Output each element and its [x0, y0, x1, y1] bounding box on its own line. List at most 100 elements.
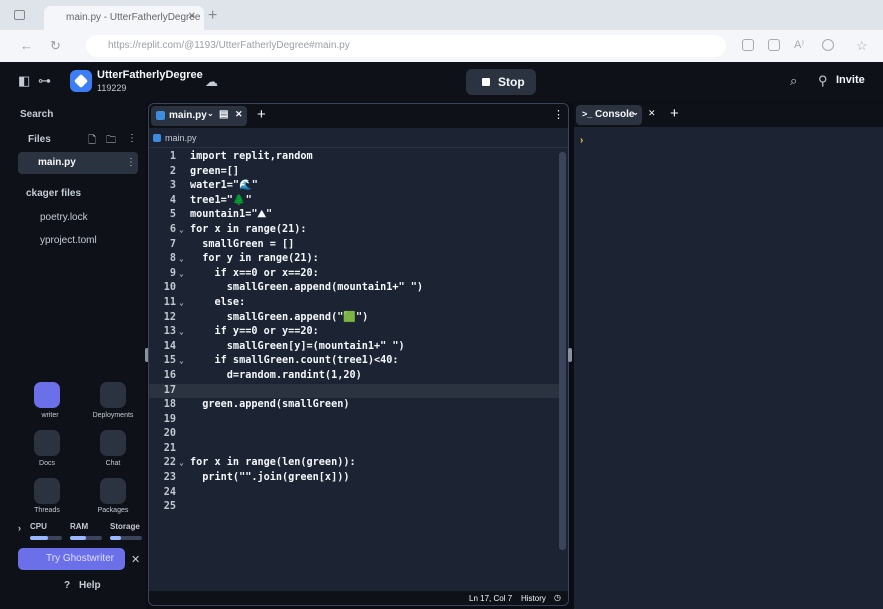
code-line[interactable]: 21: [149, 442, 559, 457]
line-number: 15: [163, 355, 176, 367]
code-line[interactable]: 13 ⌄ if y==0 or y==20:: [149, 325, 559, 340]
extensions-icon[interactable]: [822, 39, 834, 51]
repl-name[interactable]: UtterFatherlyDegree: [97, 69, 203, 81]
files-heading: Files: [28, 134, 51, 145]
close-console-icon[interactable]: ✕: [648, 108, 656, 119]
tab-main-py-label: main.py: [169, 110, 207, 121]
stop-button[interactable]: Stop: [466, 69, 536, 95]
packages-tool-icon[interactable]: [100, 478, 126, 504]
expand-resources-icon[interactable]: ›: [18, 523, 21, 533]
code-line[interactable]: 18 green.append(smallGreen): [149, 398, 559, 413]
back-icon[interactable]: ←: [20, 38, 33, 53]
fold-toggle-icon[interactable]: ⌄: [179, 252, 184, 267]
code-line[interactable]: 3 water1="🌊": [149, 179, 559, 194]
code-area[interactable]: 1 import replit,random 2 green=[] 3 water1="🌊…: [149, 150, 559, 515]
code-line[interactable]: 10 smallGreen.append(mountain1+" "): [149, 281, 559, 296]
line-number: 24: [163, 486, 176, 498]
line-number: 20: [163, 428, 176, 440]
file-item-pyproject[interactable]: yproject.toml: [40, 235, 97, 246]
read-aloud-icon[interactable]: A⁾: [794, 38, 804, 51]
code-line[interactable]: 17: [149, 383, 559, 399]
help-label[interactable]: Help: [79, 580, 101, 591]
code-line[interactable]: 23 print("".join(green[x])): [149, 471, 559, 486]
fold-toggle-icon[interactable]: ⌄: [179, 296, 184, 311]
code-line[interactable]: 19: [149, 413, 559, 428]
code-line[interactable]: 25: [149, 500, 559, 515]
code-text: smallGreen.append(mountain1+" "): [190, 282, 424, 294]
ghostwriter-tool-icon[interactable]: [34, 382, 60, 408]
split-screen-icon[interactable]: [768, 39, 780, 51]
repl-logo-icon[interactable]: [70, 70, 92, 92]
code-line[interactable]: 15 ⌄ if smallGreen.count(tree1)<40:: [149, 354, 559, 369]
code-line[interactable]: 2 green=[]: [149, 165, 559, 180]
code-line[interactable]: 12 smallGreen.append("🟩"): [149, 311, 559, 326]
tab-main-py[interactable]: main.py ⌄ ▤ ✕: [151, 106, 247, 126]
help-icon[interactable]: ?: [64, 580, 70, 591]
url-field[interactable]: https://replit.com/@1193/UtterFatherlyDe…: [86, 35, 726, 57]
docs-tool-icon[interactable]: [34, 430, 60, 456]
add-tab-icon[interactable]: +: [257, 106, 266, 123]
add-tab-icon[interactable]: +: [670, 105, 679, 122]
history-button[interactable]: History: [521, 594, 546, 603]
close-tab-icon[interactable]: ✕: [188, 11, 196, 22]
file-menu-icon[interactable]: ⋮: [126, 157, 136, 168]
search-icon[interactable]: ⌕: [790, 73, 797, 89]
sidebar-toggle-icon[interactable]: ◧: [18, 73, 30, 89]
ram-meter: [70, 536, 102, 540]
add-user-icon[interactable]: ⚲: [818, 73, 828, 89]
favorite-icon[interactable]: ☆: [856, 38, 868, 54]
editor-scrollbar[interactable]: [559, 152, 566, 550]
tab-console[interactable]: >_ Console ⌄: [576, 105, 642, 125]
fold-toggle-icon[interactable]: ⌄: [179, 456, 184, 471]
pane-menu-icon[interactable]: ⋮: [553, 108, 564, 121]
fold-toggle-icon[interactable]: ⌄: [179, 325, 184, 340]
deployments-tool-icon[interactable]: [100, 382, 126, 408]
layout-menu-icon[interactable]: ⊶: [38, 73, 51, 89]
code-line[interactable]: 16 d=random.randint(1,20): [149, 369, 559, 384]
file-item-poetry-lock[interactable]: poetry.lock: [40, 212, 88, 223]
code-line[interactable]: 4 tree1="🌲": [149, 194, 559, 209]
console-prompt[interactable]: ›: [580, 135, 583, 146]
new-tab-icon[interactable]: +: [208, 7, 217, 25]
chevron-down-icon[interactable]: ⌄: [207, 109, 214, 118]
dismiss-ghostwriter-icon[interactable]: ✕: [131, 553, 140, 566]
install-app-icon[interactable]: [742, 39, 754, 51]
search-label[interactable]: Search: [20, 109, 53, 120]
code-line[interactable]: 20: [149, 427, 559, 442]
refresh-icon[interactable]: ↻: [50, 38, 61, 54]
file-item-main[interactable]: main.py ⋮: [18, 152, 138, 174]
file-name: main.py: [38, 157, 76, 168]
code-line[interactable]: 11 ⌄ else:: [149, 296, 559, 311]
fold-toggle-icon[interactable]: ⌄: [179, 267, 184, 282]
code-line[interactable]: 5 mountain1="⛰": [149, 208, 559, 223]
breadcrumb-file[interactable]: main.py: [165, 133, 197, 143]
code-line[interactable]: 7 smallGreen = []: [149, 238, 559, 253]
code-line[interactable]: 9 ⌄ if x==0 or x==20:: [149, 267, 559, 282]
invite-button[interactable]: Invite: [836, 74, 865, 86]
threads-tool-icon[interactable]: [34, 478, 60, 504]
line-number: 17: [163, 384, 176, 396]
new-file-icon[interactable]: 🗋: [88, 133, 96, 150]
code-line[interactable]: 14 smallGreen[y]=(mountain1+" "): [149, 340, 559, 355]
try-ghostwriter-button[interactable]: Try Ghostwriter: [18, 548, 125, 570]
cursor-position[interactable]: Ln 17, Col 7: [469, 594, 512, 603]
code-line[interactable]: 1 import replit,random: [149, 150, 559, 165]
code-line[interactable]: 6 ⌄ for x in range(21):: [149, 223, 559, 238]
new-folder-icon[interactable]: 🗀: [106, 133, 116, 150]
browser-tab[interactable]: main.py - UtterFatherlyDegree ✕: [44, 6, 204, 30]
window-icon[interactable]: [14, 10, 25, 20]
history-icon[interactable]: ◷: [554, 593, 561, 602]
fold-toggle-icon[interactable]: ⌄: [179, 354, 184, 369]
packages-tool-label: Packages: [97, 507, 129, 514]
chevron-down-icon[interactable]: ⌄: [632, 108, 639, 117]
fold-toggle-icon[interactable]: ⌄: [179, 223, 184, 238]
split-view-icon[interactable]: ▤: [219, 109, 228, 120]
code-line[interactable]: 22 ⌄ for x in range(len(green)):: [149, 456, 559, 471]
editor-resize-handle[interactable]: [568, 348, 572, 362]
chat-tool-icon[interactable]: [100, 430, 126, 456]
code-line[interactable]: 24: [149, 486, 559, 501]
repl-id: 119229: [97, 83, 127, 93]
files-menu-icon[interactable]: ⋮: [127, 133, 137, 144]
close-tab-icon[interactable]: ✕: [235, 109, 243, 120]
code-line[interactable]: 8 ⌄ for y in range(21):: [149, 252, 559, 267]
